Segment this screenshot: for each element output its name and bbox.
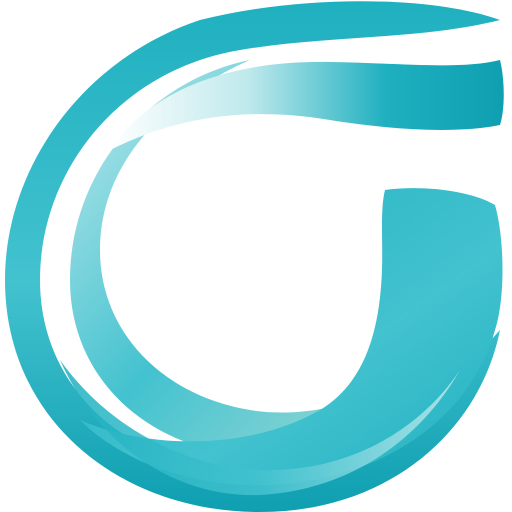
swirl-letter-g-icon: [5, 1, 504, 512]
logo: [0, 0, 512, 512]
